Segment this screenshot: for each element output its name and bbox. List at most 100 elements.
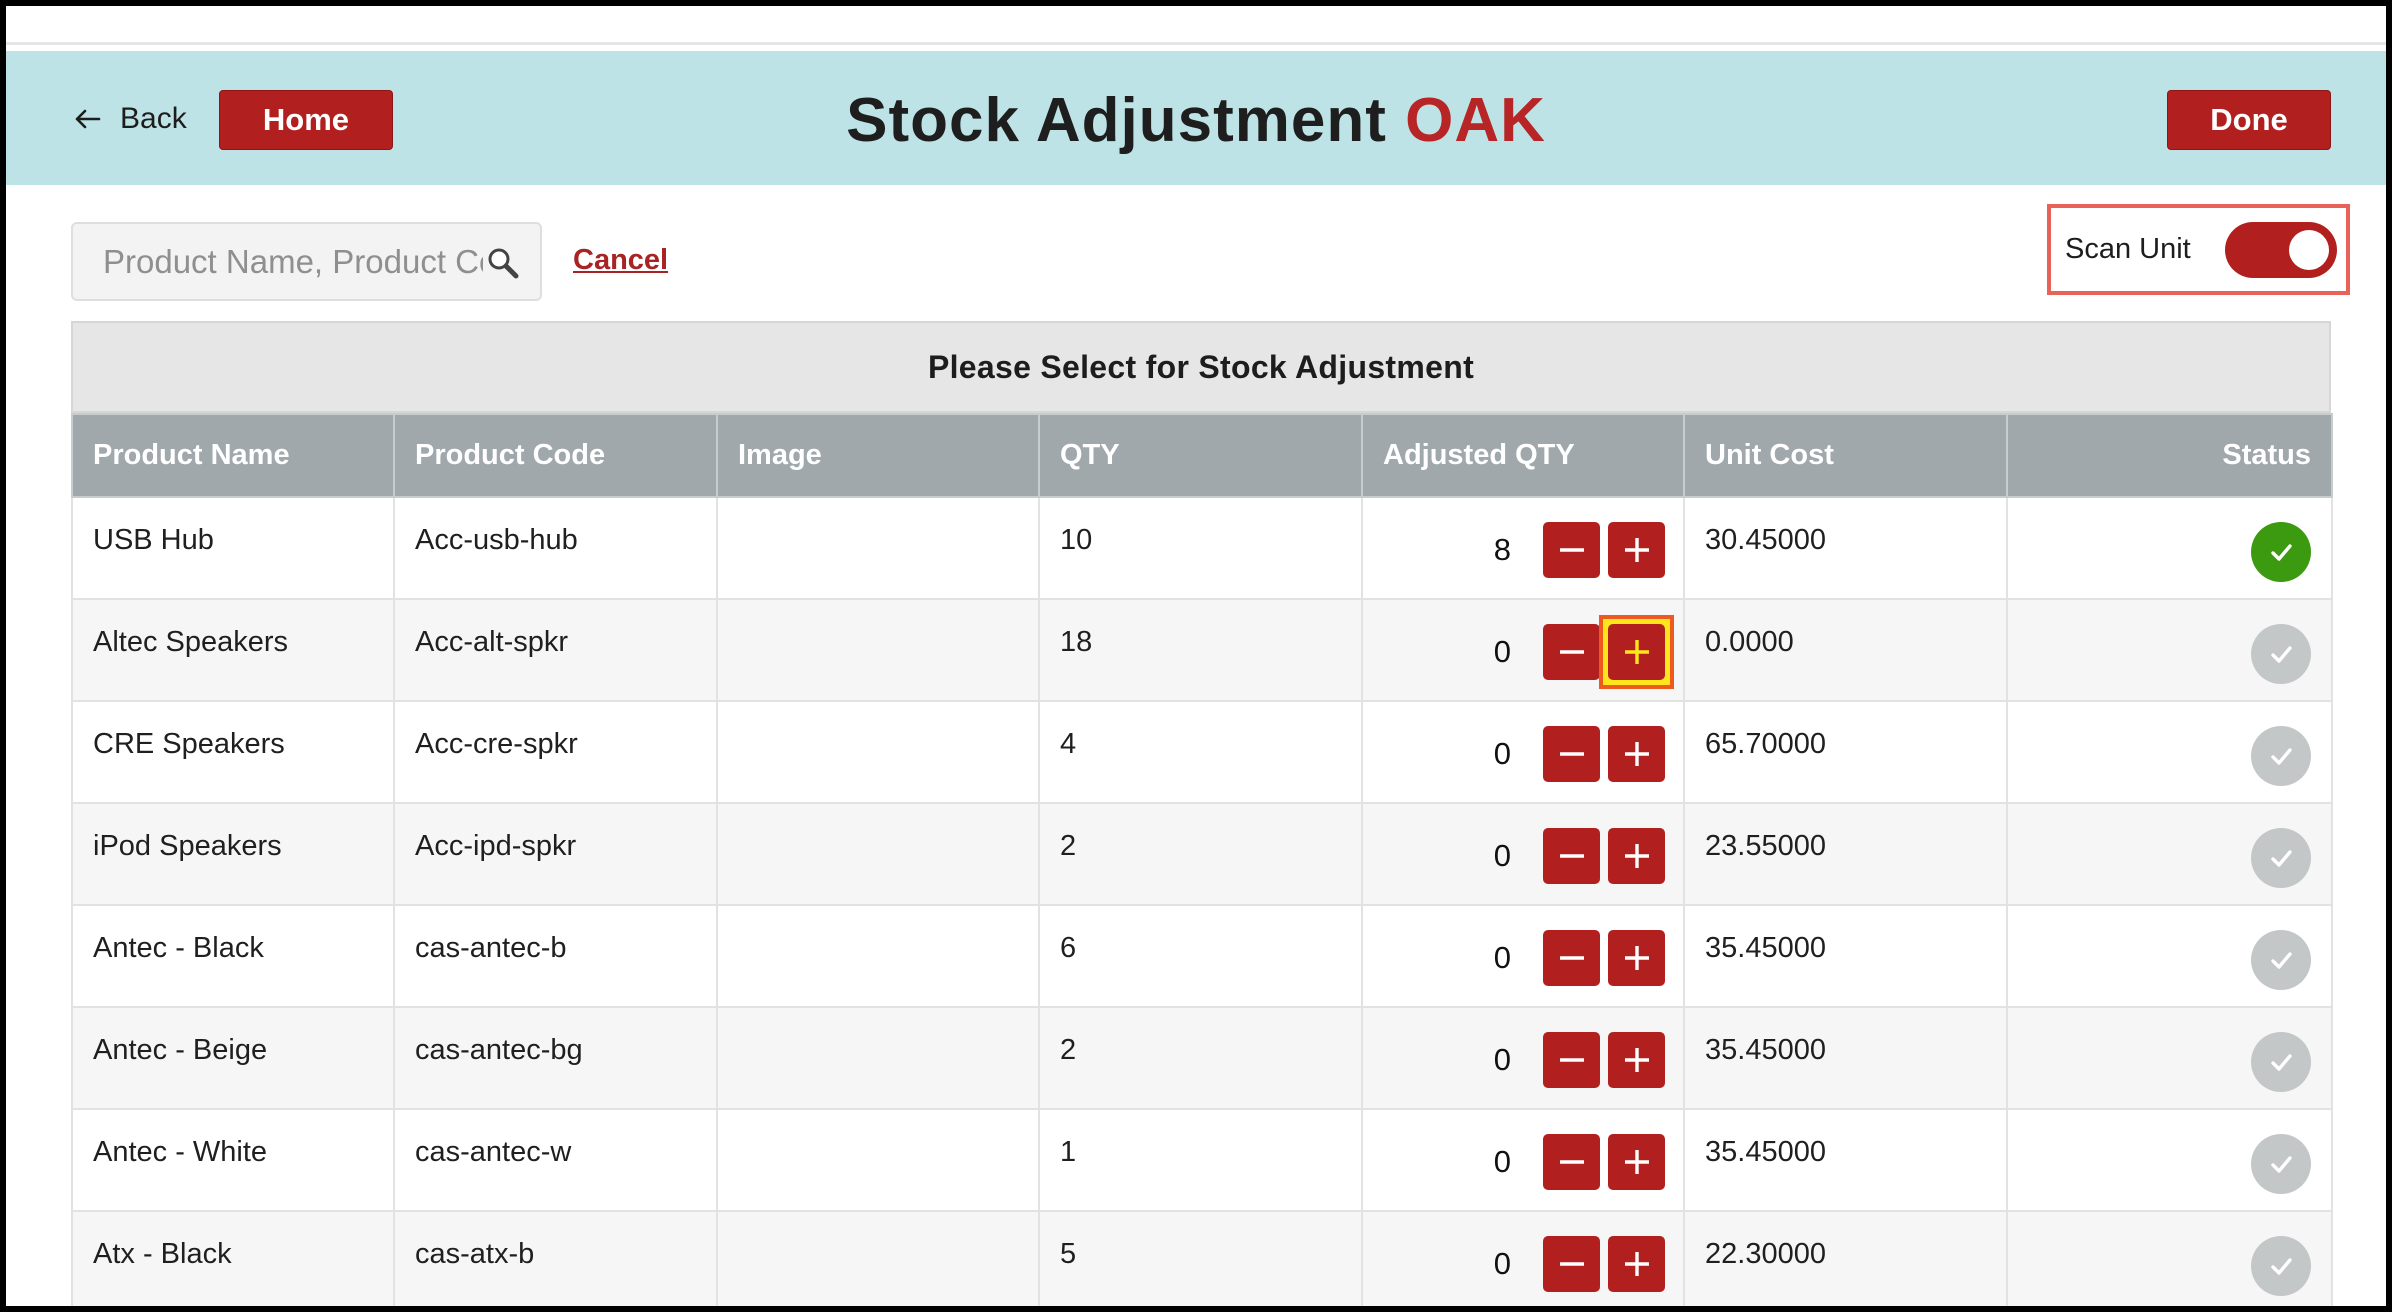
check-icon	[2271, 850, 2292, 867]
product-name: Altec Speakers	[93, 626, 289, 658]
status-badge[interactable]	[2251, 828, 2311, 888]
unit-cost-cell: 30.45000	[1683, 496, 2008, 600]
unit-cost-cell: 65.70000	[1683, 700, 2008, 804]
product-code-cell: cas-antec-b	[393, 904, 718, 1008]
check-icon	[2271, 1258, 2292, 1275]
cancel-link[interactable]: Cancel	[573, 244, 668, 277]
unit-cost-value: 35.45000	[1705, 1034, 1826, 1066]
product-image-cell	[716, 598, 1040, 702]
unit-cost-value: 0.0000	[1705, 626, 1794, 658]
scan-unit-control: Scan Unit	[2047, 204, 2350, 295]
product-image-cell	[716, 496, 1040, 600]
increment-button[interactable]	[1608, 1032, 1665, 1088]
status-badge[interactable]	[2251, 1134, 2311, 1194]
unit-cost-cell: 35.45000	[1683, 904, 2008, 1008]
qty-cell: 5	[1038, 1210, 1363, 1306]
increment-button[interactable]	[1608, 930, 1665, 986]
status-badge[interactable]	[2251, 930, 2311, 990]
table-row[interactable]: USB Hub Acc-usb-hub 10 8 30.45000	[71, 496, 2333, 600]
column-header-qty: QTY	[1038, 413, 1363, 498]
decrement-button[interactable]	[1543, 1032, 1600, 1088]
plus-icon	[1624, 946, 1649, 970]
qty-value: 6	[1060, 932, 1077, 964]
adjusted-qty-value: 0	[1493, 1246, 1511, 1281]
qty-value: 4	[1060, 728, 1077, 760]
decrement-button[interactable]	[1543, 930, 1600, 986]
status-cell	[2006, 1006, 2333, 1110]
done-button[interactable]: Done	[2167, 90, 2331, 150]
top-divider	[6, 42, 2386, 45]
decrement-button[interactable]	[1543, 726, 1600, 782]
minus-icon	[1559, 752, 1584, 756]
product-code: Acc-cre-spkr	[415, 728, 578, 760]
table-row[interactable]: Antec - Beige cas-antec-bg 2 0 35.45000	[71, 1006, 2333, 1110]
scan-unit-toggle[interactable]	[2225, 222, 2337, 278]
product-code: cas-antec-b	[415, 932, 567, 964]
column-header-product-code: Product Code	[393, 413, 718, 498]
status-badge[interactable]	[2251, 1236, 2311, 1296]
stock-adjustment-table: Please Select for Stock Adjustment Produ…	[71, 321, 2333, 1306]
status-cell	[2006, 700, 2333, 804]
increment-button[interactable]	[1608, 522, 1665, 578]
adjusted-qty-cell: 0	[1361, 1108, 1685, 1212]
minus-icon	[1559, 548, 1584, 552]
minus-icon	[1559, 956, 1584, 960]
increment-button[interactable]	[1608, 828, 1665, 884]
qty-value: 18	[1060, 626, 1093, 658]
minus-icon	[1559, 854, 1584, 858]
qty-cell: 1	[1038, 1108, 1363, 1212]
search-input[interactable]	[103, 242, 483, 281]
table-row[interactable]: Antec - White cas-antec-w 1 0 35.45000	[71, 1108, 2333, 1212]
product-image-cell	[716, 1108, 1040, 1212]
status-badge[interactable]	[2251, 522, 2311, 582]
product-image-cell	[716, 700, 1040, 804]
table-row[interactable]: Altec Speakers Acc-alt-spkr 18 0 0.0000	[71, 598, 2333, 702]
qty-cell: 6	[1038, 904, 1363, 1008]
table-row[interactable]: Atx - Black cas-atx-b 5 0 22.30000	[71, 1210, 2333, 1306]
header-bar: Back Home Stock Adjustment OAK Done	[6, 51, 2386, 185]
adjusted-qty-cell: 0	[1361, 1006, 1685, 1110]
increment-button[interactable]	[1608, 1236, 1665, 1292]
page-title-text: Stock Adjustment	[846, 86, 1387, 155]
unit-cost-value: 35.45000	[1705, 932, 1826, 964]
plus-icon	[1624, 742, 1649, 766]
check-icon	[2271, 646, 2292, 663]
qty-cell: 18	[1038, 598, 1363, 702]
status-badge[interactable]	[2251, 1032, 2311, 1092]
check-icon	[2271, 544, 2292, 561]
qty-cell: 2	[1038, 1006, 1363, 1110]
increment-button[interactable]	[1608, 1134, 1665, 1190]
product-code-cell: Acc-usb-hub	[393, 496, 718, 600]
decrement-button[interactable]	[1543, 624, 1600, 680]
minus-icon	[1559, 650, 1584, 654]
adjusted-qty-value: 0	[1493, 736, 1511, 771]
product-code: Acc-alt-spkr	[415, 626, 569, 658]
page-title-location: OAK	[1405, 86, 1546, 155]
adjusted-qty-cell: 8	[1361, 496, 1685, 600]
product-name: CRE Speakers	[93, 728, 285, 760]
table-row[interactable]: Antec - Black cas-antec-b 6 0 35.45000	[71, 904, 2333, 1008]
product-name-cell: Altec Speakers	[71, 598, 395, 702]
product-code: Acc-ipd-spkr	[415, 830, 577, 862]
product-name-cell: Antec - Beige	[71, 1006, 395, 1110]
unit-cost-cell: 22.30000	[1683, 1210, 2008, 1306]
column-header-image: Image	[716, 413, 1040, 498]
search-box[interactable]	[71, 222, 542, 301]
product-name-cell: CRE Speakers	[71, 700, 395, 804]
product-code-cell: Acc-ipd-spkr	[393, 802, 718, 906]
search-icon[interactable]	[486, 246, 520, 280]
decrement-button[interactable]	[1543, 828, 1600, 884]
increment-button[interactable]	[1599, 615, 1674, 689]
status-badge[interactable]	[2251, 624, 2311, 684]
table-row[interactable]: CRE Speakers Acc-cre-spkr 4 0 65.70000	[71, 700, 2333, 804]
product-code: cas-antec-w	[415, 1136, 572, 1168]
decrement-button[interactable]	[1543, 1236, 1600, 1292]
unit-cost-cell: 35.45000	[1683, 1006, 2008, 1110]
status-cell	[2006, 1108, 2333, 1212]
decrement-button[interactable]	[1543, 522, 1600, 578]
decrement-button[interactable]	[1543, 1134, 1600, 1190]
product-code-cell: cas-antec-bg	[393, 1006, 718, 1110]
table-row[interactable]: iPod Speakers Acc-ipd-spkr 2 0 23.55000	[71, 802, 2333, 906]
increment-button[interactable]	[1608, 726, 1665, 782]
status-badge[interactable]	[2251, 726, 2311, 786]
